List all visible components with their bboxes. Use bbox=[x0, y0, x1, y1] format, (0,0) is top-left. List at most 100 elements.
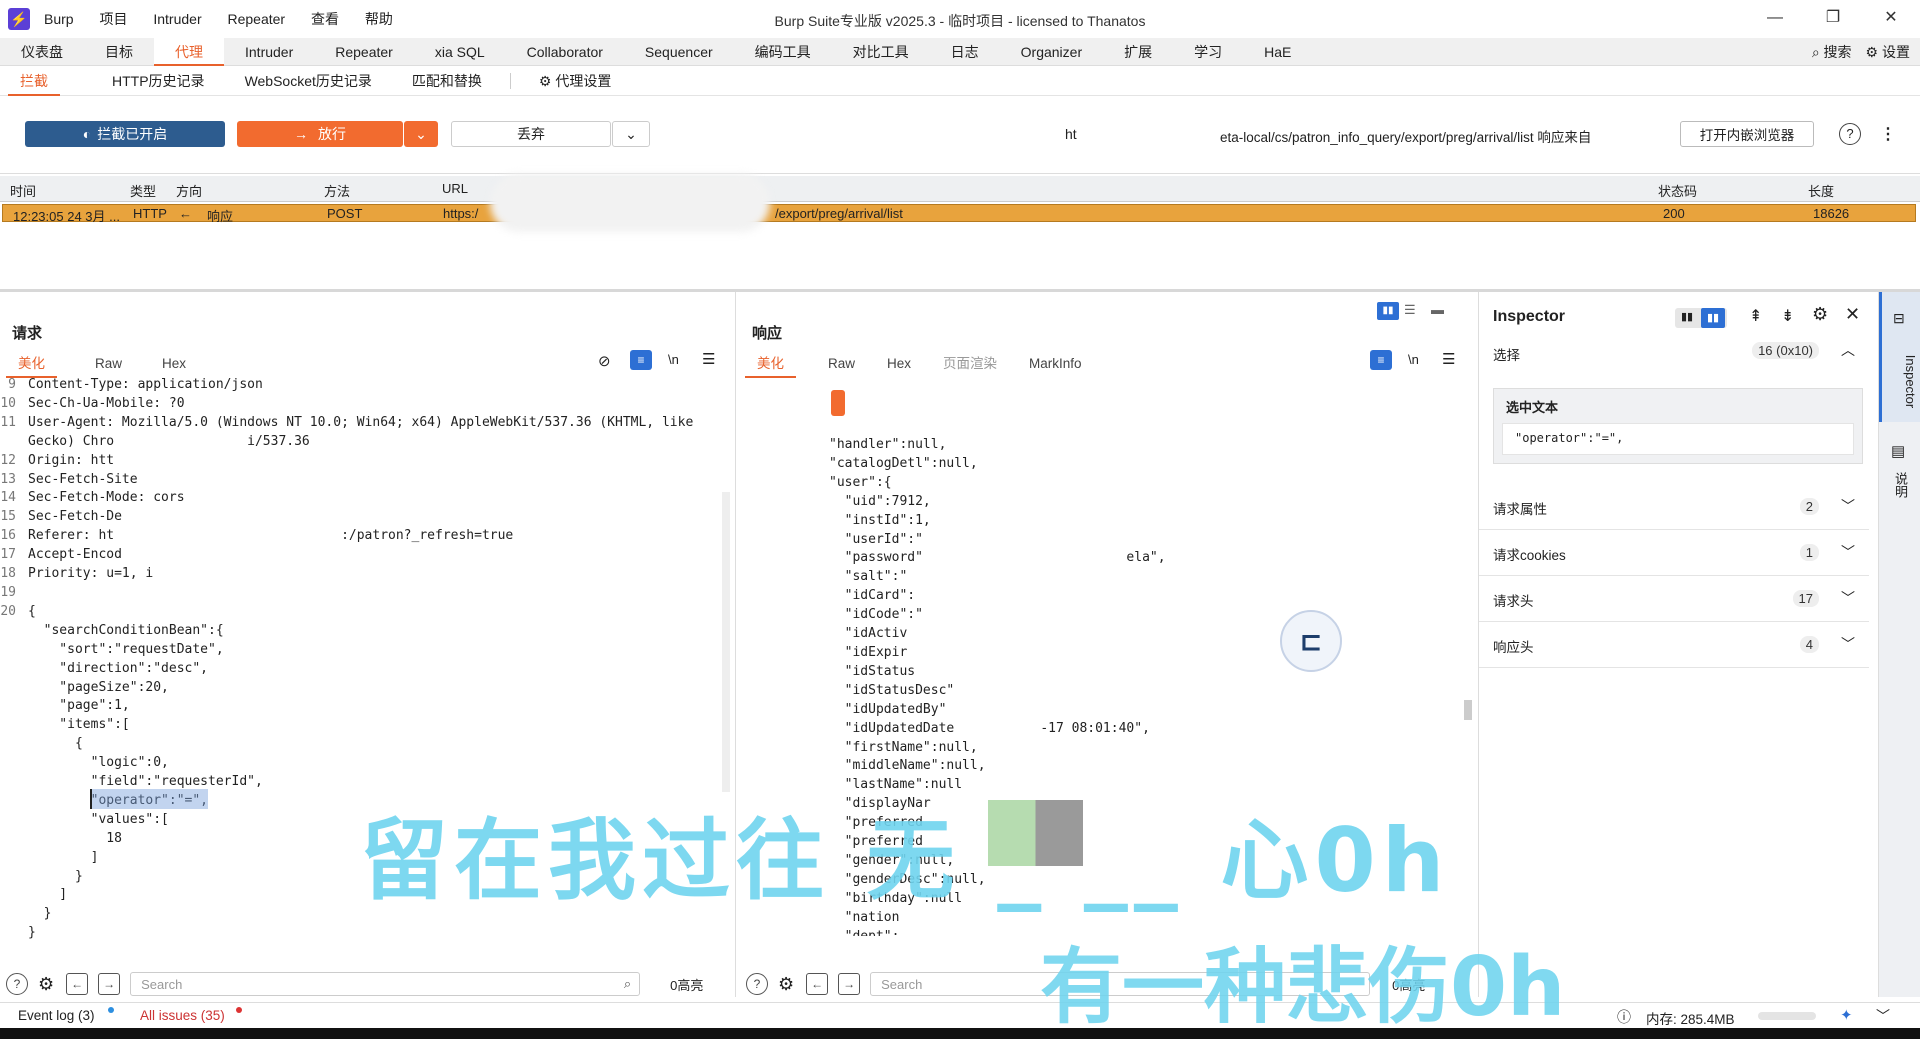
chevron-down-icon[interactable]: ﹀ bbox=[1841, 542, 1855, 562]
tab-repeater[interactable]: Repeater bbox=[314, 38, 414, 66]
response-scrollbar[interactable] bbox=[1464, 700, 1472, 720]
response-headers-section[interactable]: 响应头 4 ﹀ bbox=[1479, 622, 1869, 668]
collapse-all-icon[interactable]: ⇞ bbox=[1749, 306, 1762, 326]
menu-icon[interactable]: ☰ bbox=[1442, 350, 1455, 368]
request-scrollbar[interactable] bbox=[722, 492, 730, 792]
sparkle-icon[interactable]: ✦ bbox=[1840, 1006, 1853, 1024]
wrap-icon[interactable]: ≡ bbox=[1370, 350, 1392, 370]
menu-view[interactable]: 查看 bbox=[311, 11, 339, 27]
floating-action-icon[interactable]: ⊏ bbox=[1280, 610, 1342, 672]
column-type[interactable]: 类型 bbox=[130, 181, 156, 200]
help-icon[interactable]: ? bbox=[746, 973, 768, 995]
chevron-down-icon[interactable]: ﹀ bbox=[1841, 588, 1855, 608]
inspector-layout-toggle[interactable]: ▮▮ ▮▮ bbox=[1675, 308, 1727, 328]
tab-sequencer[interactable]: Sequencer bbox=[624, 38, 734, 66]
layout-left-icon[interactable]: ▮▮ bbox=[1681, 310, 1693, 323]
column-time[interactable]: 时间 bbox=[10, 181, 36, 200]
tab-http-history[interactable]: HTTP历史记录 bbox=[92, 66, 225, 96]
event-log-link[interactable]: Event log (3) bbox=[18, 1008, 95, 1023]
next-match-button[interactable]: → bbox=[98, 973, 121, 995]
help-icon[interactable]: ? bbox=[1839, 123, 1861, 145]
tab-dashboard[interactable]: 仪表盘 bbox=[0, 38, 84, 66]
chevron-down-icon[interactable]: ﹀ bbox=[1876, 1006, 1890, 1026]
menu-repeater[interactable]: Repeater bbox=[228, 11, 286, 27]
chevron-down-icon[interactable]: ﹀ bbox=[1841, 634, 1855, 654]
request-cookies-section[interactable]: 请求cookies 1 ﹀ bbox=[1479, 530, 1869, 576]
tab-organizer[interactable]: Organizer bbox=[1000, 38, 1103, 66]
gear-icon[interactable]: ⚙ bbox=[1812, 304, 1828, 325]
global-search-button[interactable]: ⌕ 搜索 bbox=[1812, 38, 1852, 66]
expand-all-icon[interactable]: ⇟ bbox=[1781, 306, 1794, 326]
tab-pretty[interactable]: 美化 bbox=[2, 352, 61, 378]
help-icon[interactable]: ? bbox=[6, 973, 28, 995]
menu-icon[interactable]: ☰ bbox=[702, 350, 715, 368]
tab-proxy[interactable]: 代理 bbox=[154, 37, 224, 66]
chevron-up-icon[interactable]: ︿ bbox=[1841, 340, 1855, 360]
tab-render[interactable]: 页面渲染 bbox=[927, 352, 1013, 376]
tab-websocket-history[interactable]: WebSocket历史记录 bbox=[225, 66, 392, 96]
newline-icon[interactable]: \n bbox=[668, 352, 679, 367]
side-tab-notes[interactable]: ▤ 说明 bbox=[1879, 432, 1920, 512]
tab-extensions[interactable]: 扩展 bbox=[1103, 38, 1173, 66]
open-browser-button[interactable]: 打开内嵌浏览器 bbox=[1680, 121, 1814, 147]
tab-comparer[interactable]: 对比工具 bbox=[832, 38, 930, 66]
prev-match-button[interactable]: ← bbox=[66, 973, 89, 995]
newline-icon[interactable]: \n bbox=[1408, 352, 1419, 367]
drop-dropdown-button[interactable]: ⌄ bbox=[612, 121, 650, 147]
maximize-button[interactable]: ❐ bbox=[1804, 0, 1862, 38]
gear-icon[interactable]: ⚙ bbox=[778, 974, 794, 995]
forward-button[interactable]: → 放行 bbox=[237, 121, 403, 147]
column-method[interactable]: 方法 bbox=[324, 181, 350, 200]
layout-single-icon[interactable]: ▬ bbox=[1431, 302, 1444, 317]
tab-hex[interactable]: Hex bbox=[871, 352, 927, 376]
tab-logger[interactable]: 日志 bbox=[930, 38, 1000, 66]
proxy-settings-button[interactable]: ⚙ 代理设置 bbox=[519, 66, 631, 96]
tab-intruder[interactable]: Intruder bbox=[224, 38, 314, 66]
minimize-button[interactable]: — bbox=[1746, 0, 1804, 38]
menu-project[interactable]: 项目 bbox=[99, 11, 127, 27]
column-direction[interactable]: 方向 bbox=[176, 181, 202, 200]
tab-match-replace[interactable]: 匹配和替换 bbox=[392, 66, 502, 96]
layout-right-icon[interactable]: ▮▮ bbox=[1701, 308, 1725, 328]
global-settings-button[interactable]: ⚙ 设置 bbox=[1866, 38, 1910, 66]
menu-intruder[interactable]: Intruder bbox=[153, 11, 201, 27]
all-issues-link[interactable]: All issues (35) bbox=[140, 1008, 225, 1023]
menu-help[interactable]: 帮助 bbox=[365, 11, 393, 27]
table-row[interactable]: 12:23:05 24 3月 ... HTTP ← 响应 POST https:… bbox=[2, 204, 1916, 224]
tab-raw[interactable]: Raw bbox=[812, 352, 871, 376]
request-search-input[interactable]: Search ⌕ bbox=[130, 972, 641, 996]
column-status[interactable]: 状态码 bbox=[1658, 181, 1697, 200]
layout-split-icon[interactable]: ▮▮ bbox=[1377, 302, 1399, 320]
wrap-icon[interactable]: ≡ bbox=[630, 350, 652, 370]
tab-target[interactable]: 目标 bbox=[84, 38, 154, 66]
column-length[interactable]: 长度 bbox=[1808, 181, 1834, 200]
request-attributes-section[interactable]: 请求属性 2 ﹀ bbox=[1479, 484, 1869, 530]
prev-match-button[interactable]: ← bbox=[806, 973, 829, 995]
selection-section[interactable]: 选择 16 (0x10) ︿ bbox=[1479, 334, 1869, 368]
more-options-icon[interactable]: ⋮ bbox=[1880, 124, 1896, 144]
menu-burp[interactable]: Burp bbox=[44, 11, 74, 27]
chevron-down-icon[interactable]: ﹀ bbox=[1841, 496, 1855, 516]
forward-dropdown-button[interactable]: ⌄ bbox=[404, 121, 438, 147]
tab-learn[interactable]: 学习 bbox=[1173, 38, 1243, 66]
gear-icon[interactable]: ⚙ bbox=[38, 974, 54, 995]
drop-button[interactable]: 丢弃 bbox=[451, 121, 611, 147]
hide-icon[interactable]: ⊘ bbox=[598, 352, 611, 370]
tab-markinfo[interactable]: MarkInfo bbox=[1013, 352, 1098, 376]
tab-hex[interactable]: Hex bbox=[146, 352, 202, 376]
next-match-button[interactable]: → bbox=[838, 973, 861, 995]
layout-stack-icon[interactable]: ☰ bbox=[1404, 302, 1416, 318]
request-headers-section[interactable]: 请求头 17 ﹀ bbox=[1479, 576, 1869, 622]
tab-pretty[interactable]: 美化 bbox=[741, 352, 800, 378]
tab-decoder[interactable]: 编码工具 bbox=[734, 38, 832, 66]
tab-collaborator[interactable]: Collaborator bbox=[506, 38, 624, 66]
tab-xia-sql[interactable]: xia SQL bbox=[414, 38, 506, 66]
column-url[interactable]: URL bbox=[442, 181, 468, 196]
close-window-button[interactable]: ✕ bbox=[1862, 0, 1920, 38]
tab-intercept[interactable]: 拦截 bbox=[0, 66, 68, 96]
tab-hae[interactable]: HaE bbox=[1243, 38, 1312, 66]
close-icon[interactable]: ✕ bbox=[1845, 304, 1860, 325]
side-tab-inspector[interactable]: ⊟ Inspector bbox=[1879, 292, 1920, 422]
tab-raw[interactable]: Raw bbox=[79, 352, 138, 376]
intercept-toggle-button[interactable]: ◐ 拦截已开启 bbox=[25, 121, 225, 147]
